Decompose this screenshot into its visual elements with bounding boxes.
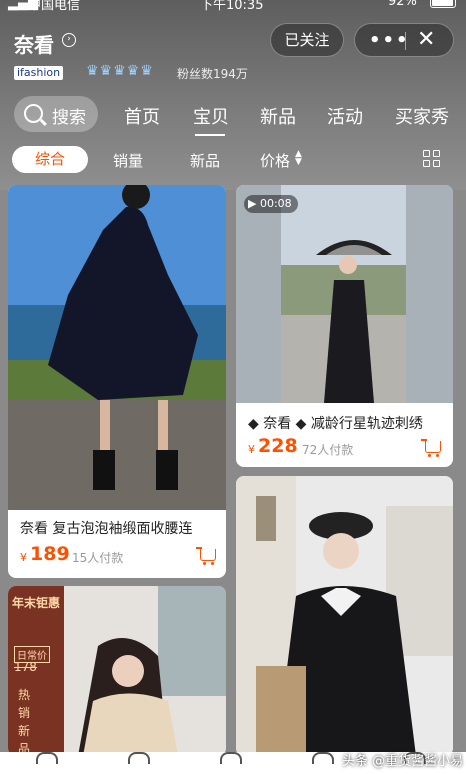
follow-button[interactable]: 已关注	[270, 23, 344, 57]
clock: 下午10:35	[200, 0, 264, 13]
watermark: 头条 @重货酱酱小易	[342, 754, 464, 769]
menu-tab-icon[interactable]	[312, 752, 334, 764]
live-tab-icon[interactable]	[220, 752, 242, 764]
product-price: 189	[30, 543, 70, 565]
search-button[interactable]: 搜索	[14, 96, 98, 132]
sort-sales[interactable]: 销量	[113, 150, 143, 171]
sort-new[interactable]: 新品	[190, 150, 220, 171]
search-label: 搜索	[52, 108, 86, 128]
store-name[interactable]: 奈看	[14, 29, 54, 58]
home-tab-icon[interactable]	[36, 752, 58, 764]
tab-home[interactable]: 首页	[124, 103, 160, 129]
tab-buyer-show[interactable]: 买家秀	[395, 103, 449, 129]
promo-banner: 年末钜惠 日常价 178 热销新品拍	[8, 586, 64, 756]
sort-overall[interactable]: 综合	[12, 146, 88, 173]
fan-count: 粉丝数194万	[177, 67, 248, 81]
cart-icon[interactable]	[196, 547, 216, 565]
product-card[interactable]: 年末钜惠 日常价 178 热销新品拍	[8, 586, 226, 756]
close-icon[interactable]: ✕	[417, 27, 435, 52]
brand-badge: ifashion	[14, 66, 64, 80]
product-title: ◆ 奈看 ◆ 减龄行星轨迹刺绣	[248, 416, 423, 432]
sold-count: 72人付款	[302, 443, 354, 457]
promo-title: 年末钜惠	[12, 596, 61, 610]
product-card[interactable]: ▶ 00:08 ◆ 奈看 ◆ 减龄行星轨迹刺绣 ¥ 228 72人付款	[236, 185, 453, 467]
sort-arrows-icon: ▲ ▼	[295, 149, 302, 167]
cart-icon[interactable]	[421, 439, 441, 457]
more-icon[interactable]: •••	[369, 30, 410, 51]
tab-activity[interactable]: 活动	[327, 103, 363, 129]
promo-regular-price: 178	[14, 660, 37, 674]
sold-count: 15人付款	[72, 551, 124, 565]
status-bar: ▂▄▆ 中国电信 下午10:35 92%	[0, 0, 466, 13]
currency-symbol: ¥	[248, 443, 255, 456]
tab-products[interactable]: 宝贝	[193, 103, 229, 136]
tab-new[interactable]: 新品	[260, 103, 296, 129]
battery-percent: 92%	[388, 0, 417, 9]
product-card[interactable]: 奈看 复古泡泡袖缎面收腰连 ¥ 189 15人付款	[8, 185, 226, 578]
product-image	[8, 185, 226, 510]
crown-level-icon: ♛♛♛♛♛	[86, 63, 154, 79]
carrier-label: 中国电信	[28, 0, 81, 13]
bag-tab-icon[interactable]	[128, 752, 150, 764]
product-image	[236, 476, 453, 756]
product-price: 228	[258, 435, 298, 457]
capsule-menu: ••• ✕	[354, 23, 454, 57]
grid-view-icon[interactable]	[423, 150, 441, 168]
sort-bar: 综合 销量 新品 价格 ▲ ▼	[0, 142, 466, 178]
currency-symbol: ¥	[20, 551, 27, 564]
promo-text: 热销新品拍	[18, 688, 31, 756]
battery-icon	[430, 0, 456, 8]
divider	[405, 32, 406, 50]
product-card[interactable]	[236, 476, 453, 756]
product-title: 奈看 复古泡泡袖缎面收腰连	[20, 521, 193, 537]
sort-price[interactable]: 价格	[260, 150, 290, 171]
video-duration-badge: ▶ 00:08	[244, 195, 298, 213]
chevron-right-icon[interactable]: ›	[62, 33, 76, 47]
search-icon	[24, 104, 43, 123]
video-duration: 00:08	[259, 197, 292, 210]
product-image	[236, 185, 453, 403]
